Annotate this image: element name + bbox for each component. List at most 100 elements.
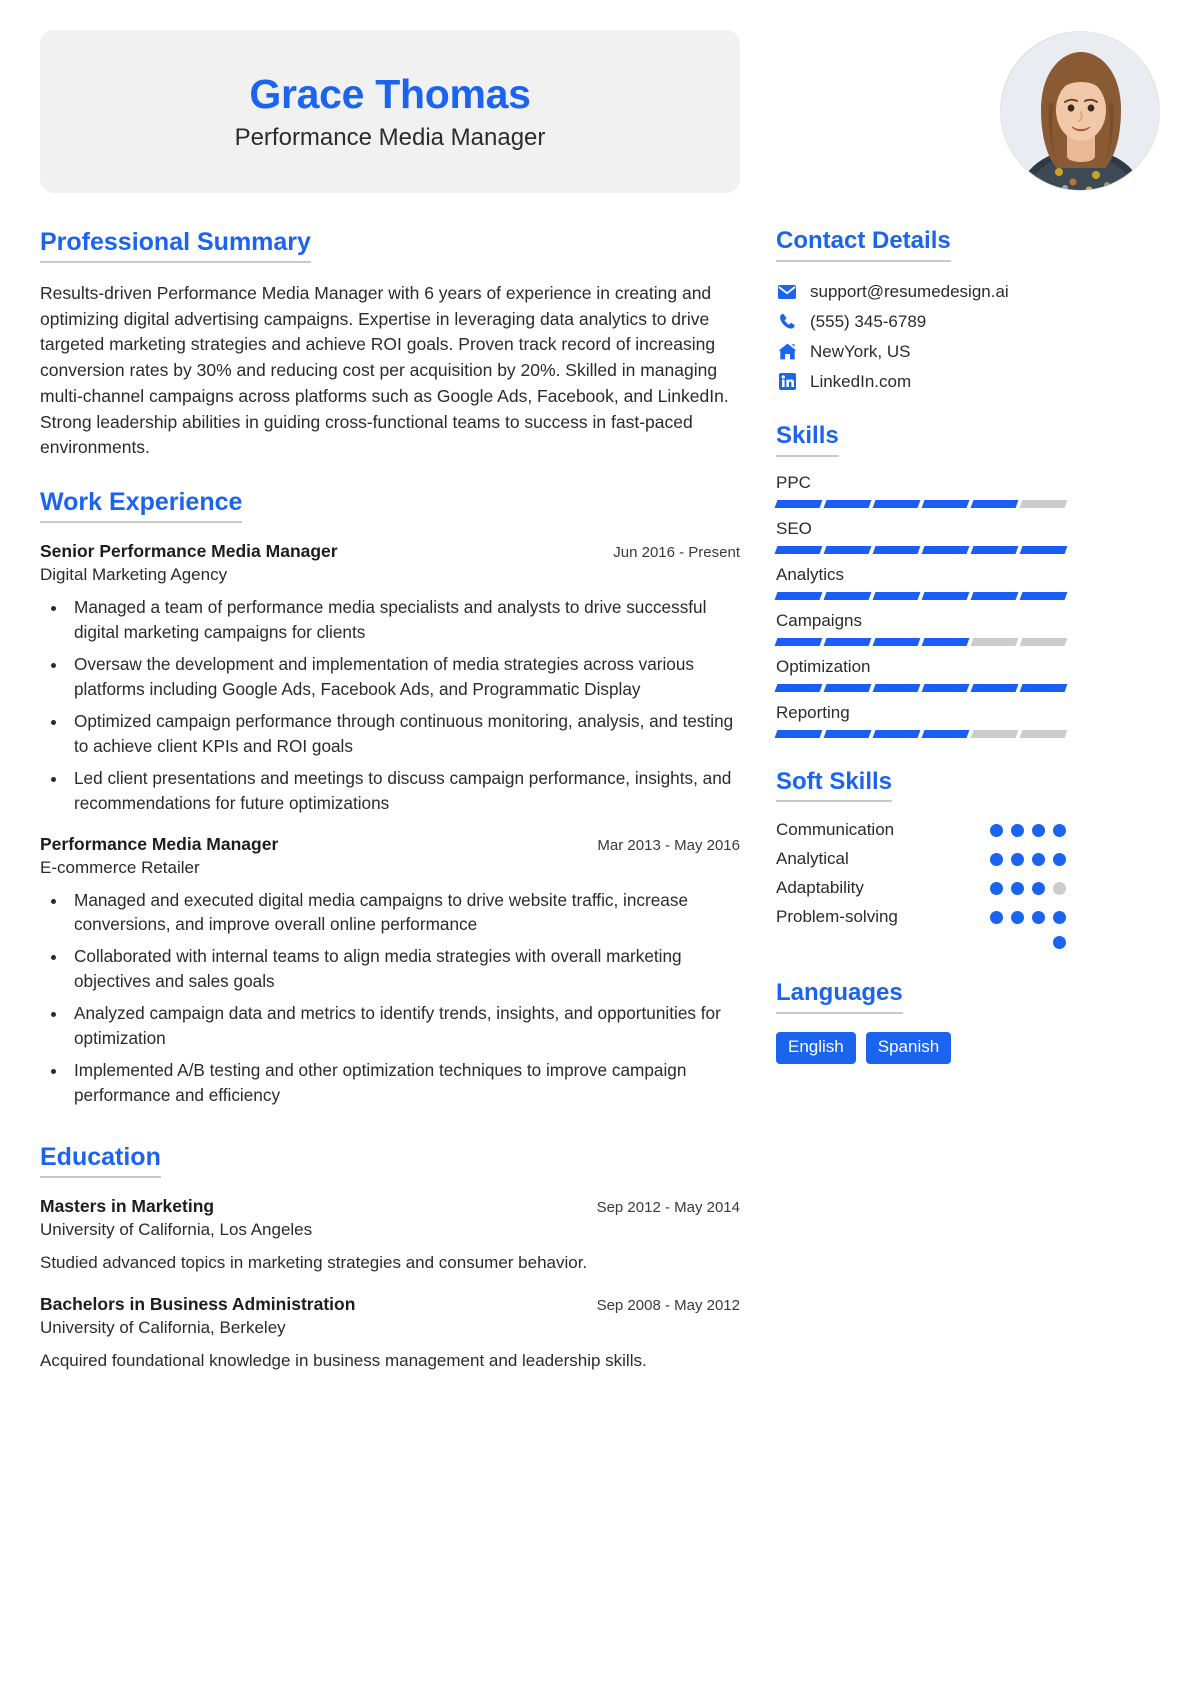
skill-level-bar bbox=[774, 683, 1068, 692]
soft-skill-name: Communication bbox=[776, 820, 895, 840]
work-bullet: Analyzed campaign data and metrics to id… bbox=[68, 1001, 740, 1051]
soft-skill-row: Analytical bbox=[776, 849, 1066, 869]
skill-row: Campaigns bbox=[774, 610, 1068, 646]
work-dates: Mar 2013 - May 2016 bbox=[597, 836, 740, 854]
rating-dot bbox=[1032, 823, 1045, 837]
work-entry: Performance Media Manager Mar 2013 - May… bbox=[40, 834, 740, 1109]
skill-level-bar bbox=[774, 591, 1068, 600]
skill-bar-segment bbox=[872, 683, 921, 692]
contact-item-email[interactable]: support@resumedesign.ai bbox=[776, 282, 1066, 302]
education-entry: Bachelors in Business Administration Sep… bbox=[40, 1294, 740, 1374]
skill-name: SEO bbox=[776, 518, 812, 538]
skill-bar-segment bbox=[872, 637, 921, 646]
skill-bar-segment bbox=[872, 545, 921, 554]
skill-bar-segment bbox=[970, 591, 1019, 600]
section-work-experience: Work Experience Senior Performance Media… bbox=[40, 487, 740, 1108]
skill-name: Campaigns bbox=[776, 610, 862, 630]
work-role: Senior Performance Media Manager bbox=[40, 541, 338, 562]
rating-dot bbox=[1053, 852, 1066, 866]
skill-bar-segment bbox=[774, 637, 823, 646]
work-bullet: Implemented A/B testing and other optimi… bbox=[68, 1058, 740, 1108]
section-skills: Skills PPC SEO Analytics Campaigns Optimizat… bbox=[774, 422, 1068, 738]
education-school: University of California, Los Angeles bbox=[40, 1220, 313, 1240]
rating-dot bbox=[990, 823, 1003, 837]
profile-photo-illustration bbox=[1001, 32, 1159, 190]
education-dates: Sep 2012 - May 2014 bbox=[596, 1199, 740, 1217]
skill-bar-segment bbox=[823, 499, 872, 508]
resume-header: Grace Thomas Performance Media Manager bbox=[40, 30, 1160, 193]
rating-dot bbox=[1053, 936, 1066, 950]
skill-name: Optimization bbox=[776, 656, 871, 676]
work-bullet-list: Managed a team of performance media spec… bbox=[68, 595, 740, 816]
rating-dot bbox=[1053, 910, 1066, 924]
contact-item-location[interactable]: NewYork, US bbox=[776, 342, 1066, 362]
skill-bar-segment bbox=[823, 683, 872, 692]
work-dates: Jun 2016 - Present bbox=[613, 544, 740, 562]
skill-level-bar bbox=[774, 729, 1068, 738]
rating-dot bbox=[1011, 910, 1024, 924]
section-professional-summary: Professional Summary Results-driven Perf… bbox=[40, 227, 740, 461]
skill-bar-segment bbox=[1019, 729, 1068, 738]
language-chip[interactable]: English bbox=[776, 1032, 856, 1064]
section-heading-contact: Contact Details bbox=[776, 227, 951, 262]
soft-skill-name: Adaptability bbox=[776, 878, 864, 898]
skill-bar-segment bbox=[970, 637, 1019, 646]
skill-bar-segment bbox=[872, 729, 921, 738]
rating-dot bbox=[1011, 823, 1024, 837]
home-icon bbox=[776, 342, 798, 362]
skill-name: PPC bbox=[776, 472, 811, 492]
skill-bar-segment bbox=[872, 591, 921, 600]
rating-dot bbox=[1053, 823, 1066, 837]
skill-bar-segment bbox=[823, 729, 872, 738]
education-entry: Masters in Marketing Sep 2012 - May 2014… bbox=[40, 1196, 740, 1276]
rating-dot bbox=[990, 881, 1003, 895]
work-organization: Digital Marketing Agency bbox=[40, 565, 228, 585]
skill-list: PPC SEO Analytics Campaigns Optimization Repo… bbox=[774, 472, 1068, 738]
skill-name: Reporting bbox=[776, 702, 850, 722]
skill-bar-segment bbox=[774, 499, 823, 508]
linkedin-icon bbox=[776, 372, 798, 392]
soft-skill-rating-dots bbox=[990, 823, 1066, 837]
header-name-band: Grace Thomas Performance Media Manager bbox=[40, 30, 740, 193]
skill-name: Analytics bbox=[776, 564, 845, 584]
work-bullet: Oversaw the development and implementati… bbox=[68, 652, 740, 702]
skill-bar-segment bbox=[823, 637, 872, 646]
skill-bar-segment bbox=[921, 729, 970, 738]
contact-item-phone[interactable]: (555) 345-6789 bbox=[776, 312, 1066, 332]
work-role: Performance Media Manager bbox=[40, 833, 279, 854]
resume-page: Grace Thomas Performance Media Manager P… bbox=[0, 0, 1200, 1684]
contact-list: support@resumedesign.ai (555) 345-6789 N… bbox=[776, 282, 1066, 392]
rating-dot bbox=[1032, 910, 1045, 924]
soft-skill-row: Adaptability bbox=[776, 878, 1066, 898]
skill-bar-segment bbox=[921, 499, 970, 508]
skill-bar-segment bbox=[1019, 683, 1068, 692]
soft-skill-rating-dots bbox=[1053, 936, 1066, 950]
work-entry-header: Senior Performance Media Manager Jun 201… bbox=[40, 541, 740, 562]
contact-item-linkedin[interactable]: LinkedIn.com bbox=[776, 372, 1066, 392]
skill-level-bar bbox=[774, 637, 1068, 646]
skill-row: Optimization bbox=[774, 656, 1068, 692]
section-languages: Languages English Spanish bbox=[776, 979, 1066, 1064]
soft-skill-rating-dots bbox=[990, 881, 1066, 895]
rating-dot bbox=[990, 910, 1003, 924]
contact-linkedin-text: LinkedIn.com bbox=[810, 371, 912, 391]
work-entry: Senior Performance Media Manager Jun 201… bbox=[40, 541, 740, 816]
skill-bar-segment bbox=[1019, 637, 1068, 646]
summary-text: Results-driven Performance Media Manager… bbox=[40, 283, 729, 458]
skill-bar-segment bbox=[921, 545, 970, 554]
language-chip[interactable]: Spanish bbox=[865, 1032, 952, 1064]
soft-skill-list: Communication Analytical Adaptability Probl… bbox=[776, 820, 1066, 950]
education-degree: Bachelors in Business Administration bbox=[40, 1293, 356, 1314]
skill-bar-segment bbox=[872, 499, 921, 508]
envelope-icon bbox=[776, 282, 798, 302]
section-heading-languages: Languages bbox=[776, 979, 903, 1015]
soft-skill-row: Communication bbox=[776, 820, 1066, 840]
education-entry-header: Bachelors in Business Administration Sep… bbox=[40, 1294, 740, 1315]
work-bullet: Optimized campaign performance through c… bbox=[68, 709, 740, 759]
soft-skill-name: Analytical bbox=[776, 849, 849, 869]
skill-bar-segment bbox=[1019, 545, 1068, 554]
education-degree: Masters in Marketing bbox=[40, 1196, 215, 1217]
section-education: Education Masters in Marketing Sep 2012 … bbox=[40, 1142, 740, 1373]
skill-bar-segment bbox=[774, 729, 823, 738]
rating-dot bbox=[1053, 881, 1066, 895]
